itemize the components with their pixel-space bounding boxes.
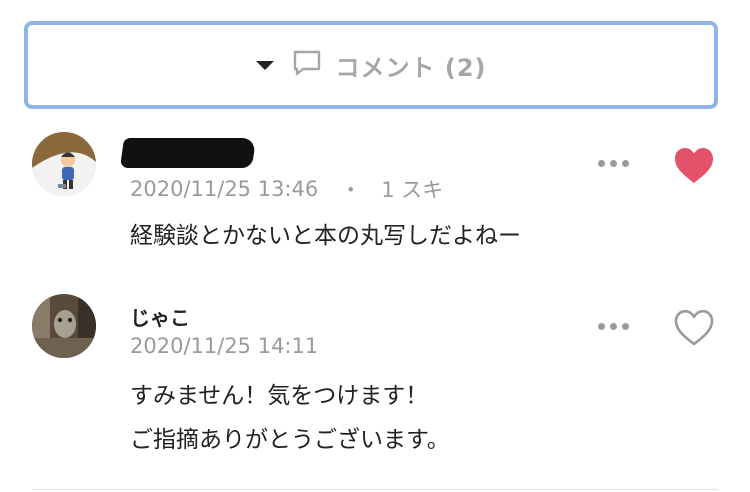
avatar[interactable] bbox=[32, 294, 96, 358]
redacted-username bbox=[119, 138, 257, 168]
more-options-button[interactable] bbox=[598, 160, 629, 167]
more-options-button[interactable] bbox=[598, 323, 629, 330]
dot-icon bbox=[610, 160, 617, 167]
dot-icon bbox=[622, 160, 629, 167]
avatar[interactable] bbox=[32, 132, 96, 196]
like-button[interactable] bbox=[673, 308, 715, 348]
comment-body-line: すみません！気をつけます！ bbox=[130, 383, 429, 409]
like-button-liked[interactable] bbox=[673, 146, 715, 186]
comment-author[interactable]: じゃこ bbox=[130, 302, 190, 331]
comment-timestamp: 2020/11/25 14:11 bbox=[130, 334, 319, 358]
meta-separator: ・ bbox=[340, 178, 362, 202]
comment-item: 2020/11/25 13:46 ・ 1 スキ 経験談とかないと本の丸写しだよね… bbox=[0, 128, 750, 268]
caret-down-icon bbox=[255, 60, 274, 70]
comment-body: すみません！気をつけます！ ご指摘ありがとうございます。 bbox=[130, 374, 450, 462]
comment-item: じゃこ 2020/11/25 14:11 すみません！気をつけます！ ご指摘あり… bbox=[0, 290, 750, 460]
dot-icon bbox=[610, 323, 617, 330]
dot-icon bbox=[598, 160, 605, 167]
comments-toggle-button[interactable]: コメント (2) bbox=[24, 21, 718, 109]
comment-timestamp: 2020/11/25 13:46 bbox=[130, 177, 319, 201]
divider bbox=[32, 489, 718, 490]
comment-meta: 2020/11/25 13:46 ・ 1 スキ bbox=[130, 174, 443, 204]
like-count[interactable]: 1 スキ bbox=[381, 174, 443, 204]
dot-icon bbox=[598, 323, 605, 330]
heart-outline-icon bbox=[674, 309, 714, 346]
comment-icon bbox=[292, 49, 322, 81]
heart-filled-icon bbox=[675, 148, 713, 183]
comment-body-line: 経験談とかないと本の丸写しだよねー bbox=[130, 223, 521, 249]
comment-meta: 2020/11/25 14:11 bbox=[130, 334, 318, 358]
comments-toggle-label: コメント (2) bbox=[335, 53, 487, 82]
comment-body: 経験談とかないと本の丸写しだよねー bbox=[130, 214, 521, 258]
dot-icon bbox=[622, 323, 629, 330]
comment-body-line: ご指摘ありがとうございます。 bbox=[130, 427, 450, 453]
